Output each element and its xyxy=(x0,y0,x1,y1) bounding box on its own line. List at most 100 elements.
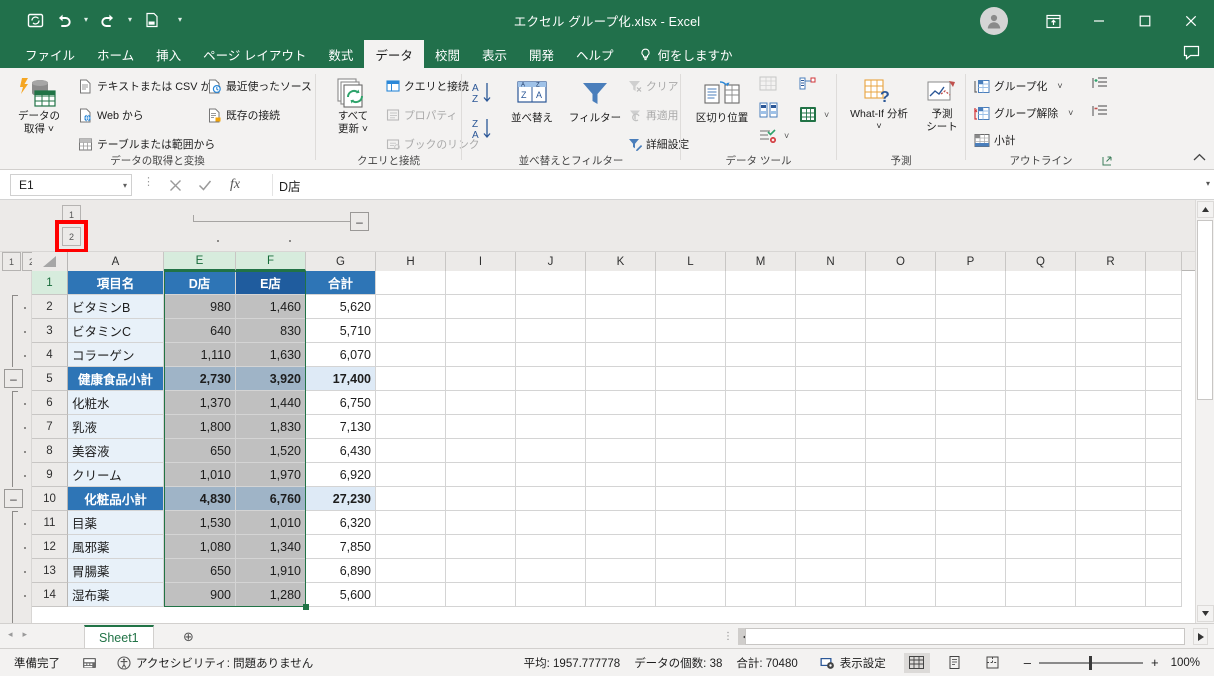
cell-H7[interactable] xyxy=(376,415,446,439)
cell-Q13[interactable] xyxy=(1006,559,1076,583)
column-header-A[interactable]: A xyxy=(68,252,164,271)
cell-P14[interactable] xyxy=(936,583,1006,607)
cell-F11[interactable]: 1,010 xyxy=(236,511,306,535)
data-validation-button[interactable]: ˅ xyxy=(759,128,789,144)
cell-I11[interactable] xyxy=(446,511,516,535)
cell-Q2[interactable] xyxy=(1006,295,1076,319)
cell-Q9[interactable] xyxy=(1006,463,1076,487)
cell-M2[interactable] xyxy=(726,295,796,319)
cell-I1[interactable] xyxy=(446,271,516,295)
tab-insert[interactable]: 挿入 xyxy=(145,40,192,68)
cell-R10[interactable] xyxy=(1076,487,1146,511)
cell-H6[interactable] xyxy=(376,391,446,415)
cell-X13[interactable] xyxy=(1146,559,1182,583)
cell-P12[interactable] xyxy=(936,535,1006,559)
cell-Q5[interactable] xyxy=(1006,367,1076,391)
cell-R4[interactable] xyxy=(1076,343,1146,367)
sort-descending-button[interactable]: ZA xyxy=(470,116,496,142)
column-header-spacer[interactable] xyxy=(1146,252,1182,271)
cell-N11[interactable] xyxy=(796,511,866,535)
cell-I9[interactable] xyxy=(446,463,516,487)
cell-F5[interactable]: 3,920 xyxy=(236,367,306,391)
cell-Q1[interactable] xyxy=(1006,271,1076,295)
cell-K8[interactable] xyxy=(586,439,656,463)
cell-N1[interactable] xyxy=(796,271,866,295)
from-web-button[interactable]: Web から xyxy=(78,107,144,123)
cell-Q7[interactable] xyxy=(1006,415,1076,439)
column-header-O[interactable]: O xyxy=(866,252,936,271)
filter-button[interactable]: フィルター xyxy=(566,76,624,125)
from-text-csv-button[interactable]: テキストまたは CSV から xyxy=(78,78,222,94)
cell-E3[interactable]: 640 xyxy=(164,319,236,343)
tab-home[interactable]: ホーム xyxy=(86,40,145,68)
cell-F6[interactable]: 1,440 xyxy=(236,391,306,415)
display-settings-button[interactable]: 表示設定 xyxy=(820,655,886,671)
cell-G6[interactable]: 6,750 xyxy=(306,391,376,415)
cell-L13[interactable] xyxy=(656,559,726,583)
sheet-nav-prev-icon[interactable]: ◂ xyxy=(8,629,13,640)
row-header-13[interactable]: 13 xyxy=(32,559,68,583)
manage-data-model-button[interactable]: ˅ xyxy=(799,106,829,123)
tab-formulas[interactable]: 数式 xyxy=(317,40,364,68)
insert-function-icon[interactable]: fx xyxy=(220,174,250,196)
normal-view-button[interactable] xyxy=(903,652,930,673)
cell-H1[interactable] xyxy=(376,271,446,295)
cell-N6[interactable] xyxy=(796,391,866,415)
cell-N8[interactable] xyxy=(796,439,866,463)
row-header-10[interactable]: 10 xyxy=(32,487,68,511)
cell-G4[interactable]: 6,070 xyxy=(306,343,376,367)
recent-sources-button[interactable]: 最近使ったソース xyxy=(207,78,312,94)
what-if-analysis-dropdown-icon[interactable]: ˅ xyxy=(876,121,881,132)
cell-K10[interactable] xyxy=(586,487,656,511)
cell-Q11[interactable] xyxy=(1006,511,1076,535)
cell-N3[interactable] xyxy=(796,319,866,343)
cell-P8[interactable] xyxy=(936,439,1006,463)
cell-N2[interactable] xyxy=(796,295,866,319)
cell-G5[interactable]: 17,400 xyxy=(306,367,376,391)
cell-L3[interactable] xyxy=(656,319,726,343)
cell-O11[interactable] xyxy=(866,511,936,535)
remove-duplicates-button[interactable] xyxy=(759,102,779,118)
cell-E8[interactable]: 650 xyxy=(164,439,236,463)
column-header-K[interactable]: K xyxy=(586,252,656,271)
column-header-I[interactable]: I xyxy=(446,252,516,271)
cell-J2[interactable] xyxy=(516,295,586,319)
horizontal-split-handle[interactable]: ⋮ xyxy=(723,632,733,642)
cell-A5[interactable]: 健康食品小計 xyxy=(68,367,164,391)
cell-H12[interactable] xyxy=(376,535,446,559)
cell-L4[interactable] xyxy=(656,343,726,367)
row-collapse-button-2[interactable]: – xyxy=(4,489,23,508)
column-header-G[interactable]: G xyxy=(306,252,376,271)
cell-H10[interactable] xyxy=(376,487,446,511)
column-header-P[interactable]: P xyxy=(936,252,1006,271)
cell-X1[interactable] xyxy=(1146,271,1182,295)
outline-row-level-1-button[interactable]: 1 xyxy=(2,252,21,271)
cell-F4[interactable]: 1,630 xyxy=(236,343,306,367)
cell-E14[interactable]: 900 xyxy=(164,583,236,607)
cell-O10[interactable] xyxy=(866,487,936,511)
cell-M13[interactable] xyxy=(726,559,796,583)
cell-P5[interactable] xyxy=(936,367,1006,391)
cell-J8[interactable] xyxy=(516,439,586,463)
cell-G10[interactable]: 27,230 xyxy=(306,487,376,511)
close-button[interactable] xyxy=(1168,6,1214,36)
collapse-ribbon-icon[interactable] xyxy=(1193,153,1206,165)
manage-data-model-dropdown-icon[interactable]: ˅ xyxy=(824,110,829,120)
cell-A13[interactable]: 胃腸薬 xyxy=(68,559,164,583)
cell-O7[interactable] xyxy=(866,415,936,439)
cell-M11[interactable] xyxy=(726,511,796,535)
cell-I10[interactable] xyxy=(446,487,516,511)
cell-A14[interactable]: 湿布薬 xyxy=(68,583,164,607)
cell-X14[interactable] xyxy=(1146,583,1182,607)
cell-L8[interactable] xyxy=(656,439,726,463)
cell-Q6[interactable] xyxy=(1006,391,1076,415)
cell-F1[interactable]: E店 xyxy=(236,271,306,295)
cell-J9[interactable] xyxy=(516,463,586,487)
cell-K1[interactable] xyxy=(586,271,656,295)
cell-M14[interactable] xyxy=(726,583,796,607)
cell-J6[interactable] xyxy=(516,391,586,415)
cell-Q8[interactable] xyxy=(1006,439,1076,463)
cell-E13[interactable]: 650 xyxy=(164,559,236,583)
row-header-11[interactable]: 11 xyxy=(32,511,68,535)
cell-H9[interactable] xyxy=(376,463,446,487)
